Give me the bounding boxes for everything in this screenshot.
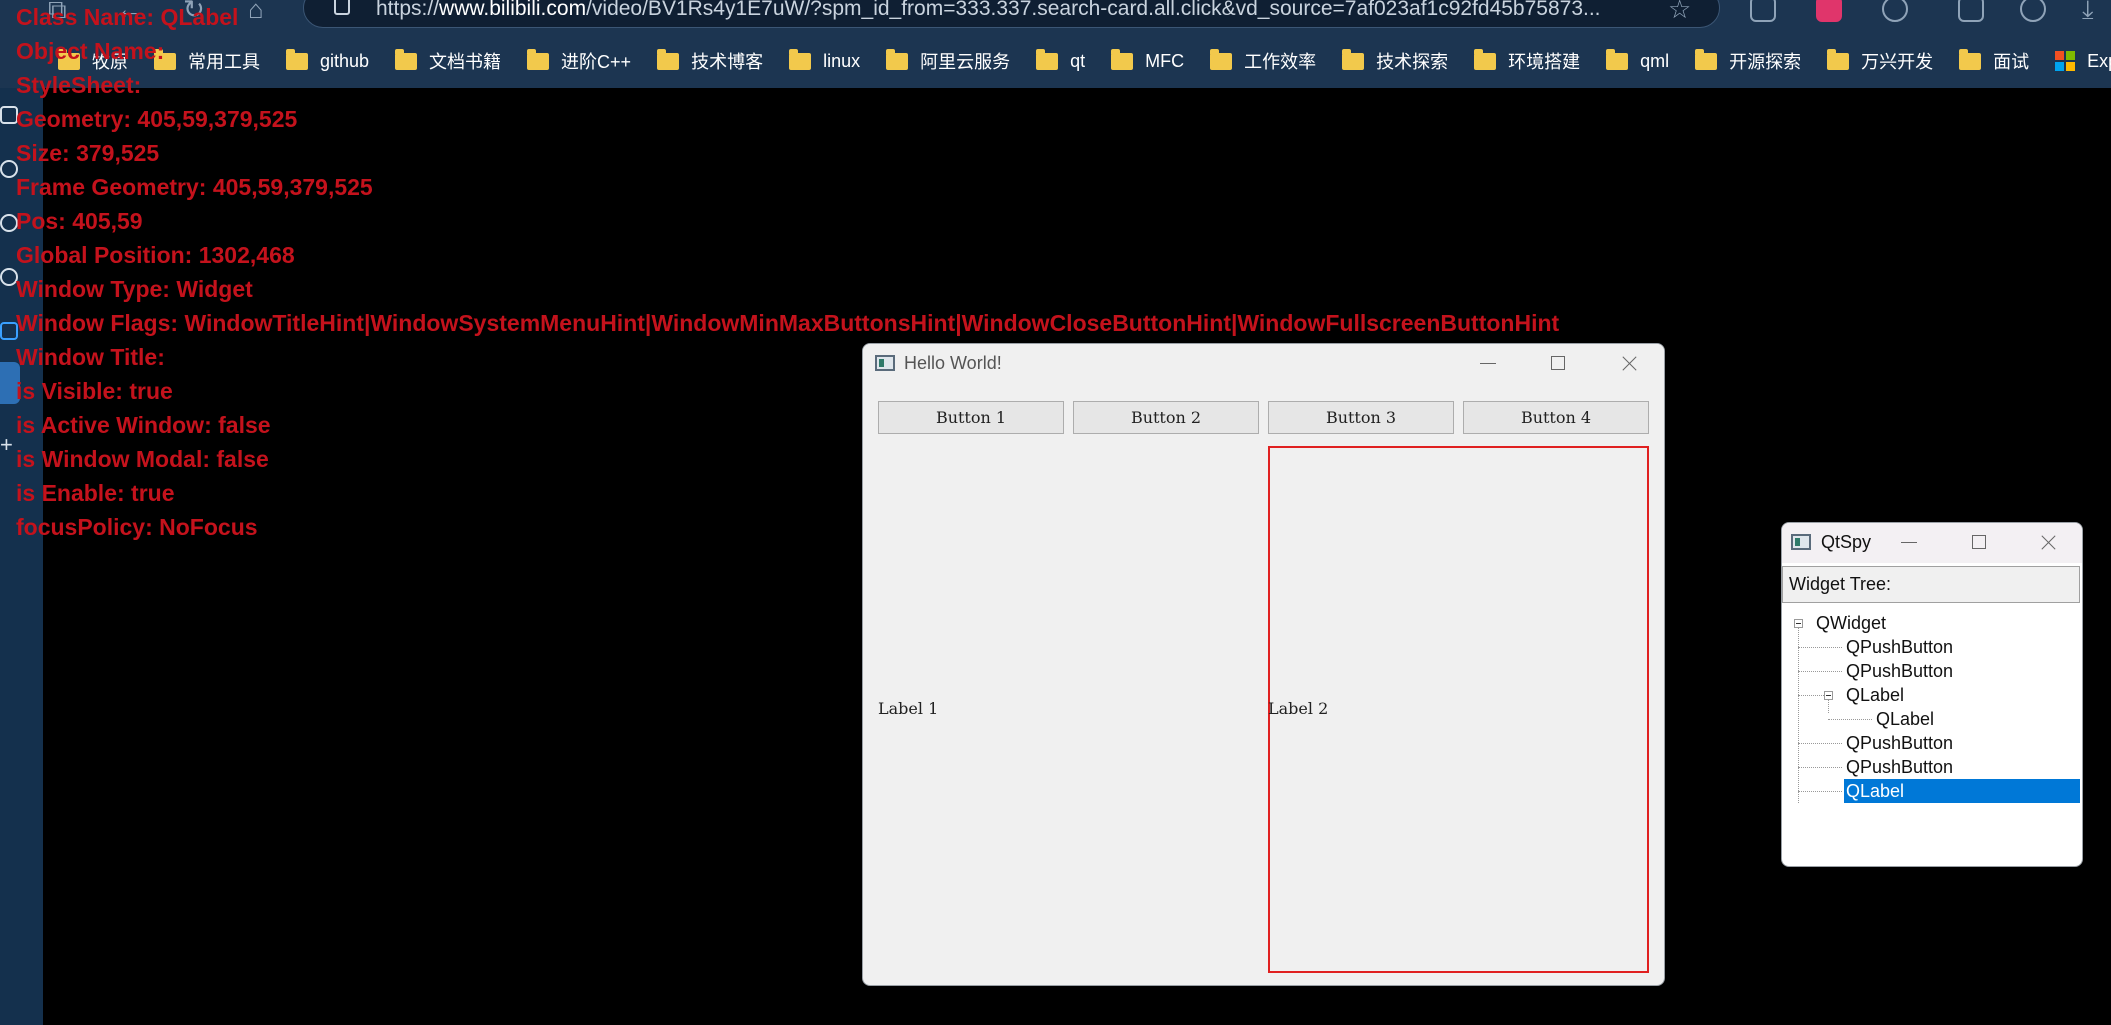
qtspy-minimize-icon[interactable] [1894, 527, 1924, 557]
folder-icon [1606, 48, 1629, 70]
extension-icon[interactable] [1750, 0, 1776, 22]
inspector-line: StyleSheet: [16, 72, 142, 98]
history-icon[interactable] [2020, 0, 2046, 22]
inspector-line: Geometry: 405,59,379,525 [16, 106, 298, 132]
bookmark-label: 万兴开发 [1861, 52, 1934, 72]
bookmark-label: 开源探索 [1729, 52, 1802, 72]
button-3[interactable]: Button 3 [1268, 401, 1454, 434]
bookmark-item[interactable]: qml [1606, 48, 1670, 72]
qtspy-window: QtSpy Widget Tree: QWidget QPushButton Q… [1781, 522, 2083, 867]
download-icon[interactable]: ⤓ [2082, 0, 2094, 26]
inspector-line: Global Position: 1302,468 [16, 242, 295, 268]
widget-tree-header: Widget Tree: [1782, 566, 2080, 603]
microsoft-logo-icon [2055, 51, 2076, 71]
favorites-icon[interactable] [1958, 0, 1984, 22]
tree-node-qwidget[interactable]: QWidget [1814, 611, 1888, 635]
folder-icon [1959, 48, 1982, 70]
bookmark-item[interactable]: 万兴开发 [1827, 48, 1933, 74]
translate-icon[interactable] [1816, 0, 1842, 22]
tree-node-qpushbutton-4[interactable]: QPushButton [1844, 755, 1955, 779]
inspector-line: Size: 379,525 [16, 140, 160, 166]
bookmark-label: Explore [2087, 50, 2111, 71]
qtspy-maximize-icon[interactable] [1964, 527, 1994, 557]
qtspy-titlebar[interactable]: QtSpy [1782, 523, 2082, 563]
qtspy-close-icon[interactable] [2034, 527, 2064, 557]
hello-world-window: Hello World! Button 1 Button 2 Button 3 … [862, 343, 1665, 986]
close-icon[interactable] [1615, 348, 1645, 378]
bookmark-item[interactable]: 面试 [1959, 48, 2029, 74]
inspector-line: Pos: 405,59 [16, 208, 143, 234]
collapse-root-icon[interactable] [1794, 619, 1803, 628]
tree-node-qlabel-child[interactable]: QLabel [1874, 707, 1936, 731]
bookmark-item[interactable]: 开源探索 [1695, 48, 1801, 74]
favorite-star-icon[interactable]: ☆ [1668, 0, 1691, 25]
collapse-qlabel-icon[interactable] [1824, 691, 1833, 700]
tree-node-qpushbutton-2[interactable]: QPushButton [1844, 659, 1955, 683]
maximize-icon[interactable] [1543, 348, 1573, 378]
bookmark-explore[interactable]: Explore [2055, 51, 2111, 72]
qt-app-icon [875, 355, 895, 371]
tree-node-qlabel-1[interactable]: QLabel [1844, 683, 1906, 707]
folder-icon [1827, 48, 1850, 70]
button-4[interactable]: Button 4 [1463, 401, 1649, 434]
inspector-line: Object Name: [16, 38, 165, 64]
bookmark-label: 面试 [1993, 52, 2030, 72]
puzzle-icon[interactable] [1882, 0, 1908, 22]
tree-node-qpushbutton-3[interactable]: QPushButton [1844, 731, 1955, 755]
folder-icon [1695, 48, 1718, 70]
inspector-line: Class Name: QLabel [16, 4, 239, 30]
bookmark-label: qml [1640, 50, 1670, 71]
tree-node-qpushbutton-1[interactable]: QPushButton [1844, 635, 1955, 659]
inspector-line: Window Type: Widget [16, 276, 253, 302]
window-title: Hello World! [904, 353, 1002, 373]
tree-node-qlabel-selected[interactable]: QLabel [1844, 779, 2080, 803]
button-2[interactable]: Button 2 [1073, 401, 1259, 434]
qtspy-app-icon [1791, 534, 1811, 550]
window-titlebar[interactable]: Hello World! [863, 344, 1664, 384]
inspector-line: Frame Geometry: 405,59,379,525 [16, 174, 373, 200]
qtspy-title: QtSpy [1821, 532, 1872, 552]
minimize-icon[interactable] [1473, 348, 1503, 378]
button-1[interactable]: Button 1 [878, 401, 1064, 434]
inspector-line: Window Flags: WindowTitleHint|WindowSyst… [16, 310, 1560, 336]
label-2: Label 2 [1268, 699, 1329, 718]
label-1: Label 1 [878, 699, 939, 718]
